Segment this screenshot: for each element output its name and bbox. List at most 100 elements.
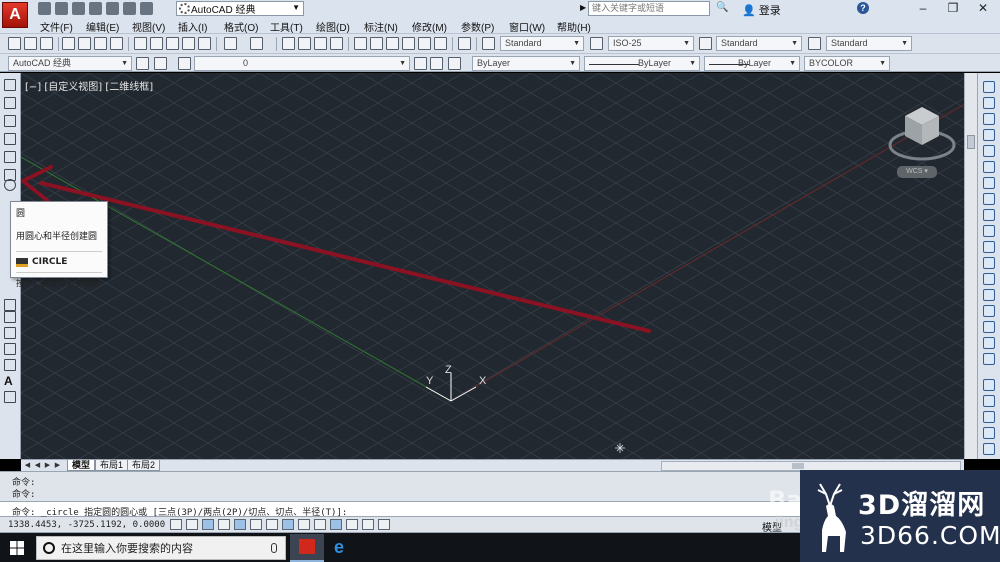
polar-tracking-toggle[interactable] [234, 519, 246, 530]
preview-icon[interactable] [78, 37, 91, 50]
transparency-toggle[interactable] [346, 519, 358, 530]
polyline-icon[interactable] [4, 115, 16, 127]
markup-icon[interactable] [418, 37, 431, 50]
scale-icon[interactable] [983, 193, 995, 205]
match-properties-icon[interactable] [182, 37, 195, 50]
viewcube[interactable] [887, 101, 957, 171]
menu-help[interactable]: 帮助(H) [557, 19, 591, 34]
sheet-set-icon[interactable] [402, 37, 415, 50]
menu-draw[interactable]: 绘图(D) [316, 19, 350, 34]
3d-object-snap-toggle[interactable] [266, 519, 278, 530]
menu-parametric[interactable]: 参数(P) [461, 19, 494, 34]
rectangle-icon[interactable] [4, 151, 16, 163]
dynamic-ucs-toggle[interactable] [298, 519, 310, 530]
selection-cycling-toggle[interactable] [378, 519, 390, 530]
gradient-icon[interactable] [4, 327, 16, 339]
login-button[interactable]: 👤 登录 [742, 2, 781, 18]
menu-dimension[interactable]: 标注(N) [364, 19, 398, 34]
polygon-icon[interactable] [4, 133, 16, 145]
properties-icon[interactable] [354, 37, 367, 50]
cut-icon[interactable] [134, 37, 147, 50]
zoom-all-icon[interactable] [983, 443, 995, 455]
block-editor-icon[interactable] [198, 37, 211, 50]
binoculars-icon[interactable]: 🔍 [716, 2, 728, 13]
last-tab-icon[interactable]: ▶ [53, 461, 62, 470]
layer-manager-icon[interactable] [178, 57, 191, 70]
join-icon[interactable] [983, 273, 995, 285]
dynamic-input-toggle[interactable] [314, 519, 326, 530]
chamfer-icon[interactable] [983, 289, 995, 301]
fillet-icon[interactable] [983, 305, 995, 317]
rotate-icon[interactable] [983, 177, 995, 189]
expand-arrow-icon[interactable]: ▶ [580, 3, 586, 12]
add-selected-icon[interactable] [4, 391, 16, 403]
pan-icon[interactable] [282, 37, 295, 50]
menu-view[interactable]: 视图(V) [132, 19, 165, 34]
menu-file[interactable]: 文件(F) [40, 19, 73, 34]
region-icon[interactable] [4, 343, 16, 355]
open-icon[interactable] [24, 37, 37, 50]
first-tab-icon[interactable]: ◀ [23, 461, 32, 470]
quick-properties-toggle[interactable] [362, 519, 374, 530]
ortho-mode-toggle[interactable] [218, 519, 230, 530]
menu-modify[interactable]: 修改(M) [412, 19, 447, 34]
menu-edit[interactable]: 编辑(E) [86, 19, 119, 34]
close-button[interactable]: ✕ [968, 0, 998, 16]
autocad-app-menu-icon[interactable]: A [2, 2, 28, 28]
coordinate-display[interactable]: 1338.4453, -3725.1192, 0.0000 [8, 520, 165, 530]
menu-tools[interactable]: 工具(T) [270, 19, 303, 34]
circle-icon[interactable] [4, 179, 16, 191]
copy-object-icon[interactable] [983, 97, 995, 109]
plot-icon[interactable] [62, 37, 75, 50]
zoom-previous-icon[interactable] [330, 37, 343, 50]
open-icon[interactable] [55, 2, 68, 15]
redo-icon[interactable] [140, 2, 153, 15]
publish-icon[interactable] [94, 37, 107, 50]
menu-window[interactable]: 窗口(W) [509, 19, 545, 34]
move-icon[interactable] [983, 161, 995, 173]
table-style-select[interactable]: Standard ▼ [716, 36, 802, 51]
workspace-settings-icon[interactable] [136, 57, 149, 70]
tab-model[interactable]: 模型 [67, 460, 96, 471]
explode-icon[interactable] [983, 337, 995, 349]
paste-icon[interactable] [166, 37, 179, 50]
table-icon[interactable] [4, 359, 16, 371]
line-icon[interactable] [4, 79, 16, 91]
new-icon[interactable] [8, 37, 21, 50]
edge-browser-icon[interactable]: e [334, 538, 352, 557]
multileader-style-select[interactable]: Standard ▼ [826, 36, 912, 51]
snap-mode-toggle[interactable] [186, 519, 198, 530]
layer-previous-icon[interactable] [430, 57, 443, 70]
array-icon[interactable] [983, 145, 995, 157]
construction-line-icon[interactable] [4, 97, 16, 109]
design-center-icon[interactable] [370, 37, 383, 50]
blend-icon[interactable] [983, 321, 995, 333]
infer-constraints-toggle[interactable] [170, 519, 182, 530]
layer-select[interactable]: 0 ▼ [194, 56, 410, 71]
quickcalc-icon[interactable] [434, 37, 447, 50]
lineweight-toggle[interactable] [330, 519, 342, 530]
menu-insert[interactable]: 插入(I) [178, 19, 207, 34]
scroll-thumb[interactable] [967, 135, 975, 149]
workspace-select[interactable]: AutoCAD 经典 ▼ [8, 56, 132, 71]
drawing-viewport[interactable]: [−] [自定义视图] [二维线框] Z Y X WCS ▾ [21, 73, 977, 459]
zoom-realtime-icon[interactable] [298, 37, 311, 50]
redo-icon[interactable] [250, 37, 263, 50]
minimize-button[interactable]: – [908, 0, 938, 16]
extend-icon[interactable] [983, 241, 995, 253]
taskbar-search-input[interactable]: 在这里输入你要搜索的内容 [36, 536, 286, 560]
scroll-thumb[interactable] [792, 463, 804, 469]
multiline-text-icon[interactable]: A [4, 375, 16, 387]
copy-icon[interactable] [150, 37, 163, 50]
workspace-toolbar-icon[interactable] [154, 57, 167, 70]
workspace-dropdown[interactable]: AutoCAD 经典 ▼ [176, 1, 304, 16]
microphone-icon[interactable] [271, 543, 277, 553]
viewport-controls-label[interactable]: [−] [自定义视图] [二维线框] [25, 78, 153, 93]
trim-icon[interactable] [983, 225, 995, 237]
tab-layout2[interactable]: 布局2 [127, 460, 161, 471]
object-snap-toggle[interactable] [250, 519, 262, 530]
point-icon[interactable] [4, 299, 16, 311]
zoom-in-icon[interactable] [983, 411, 995, 423]
dim-style-select[interactable]: ISO-25 ▼ [608, 36, 694, 51]
zoom-icon[interactable] [983, 379, 995, 391]
